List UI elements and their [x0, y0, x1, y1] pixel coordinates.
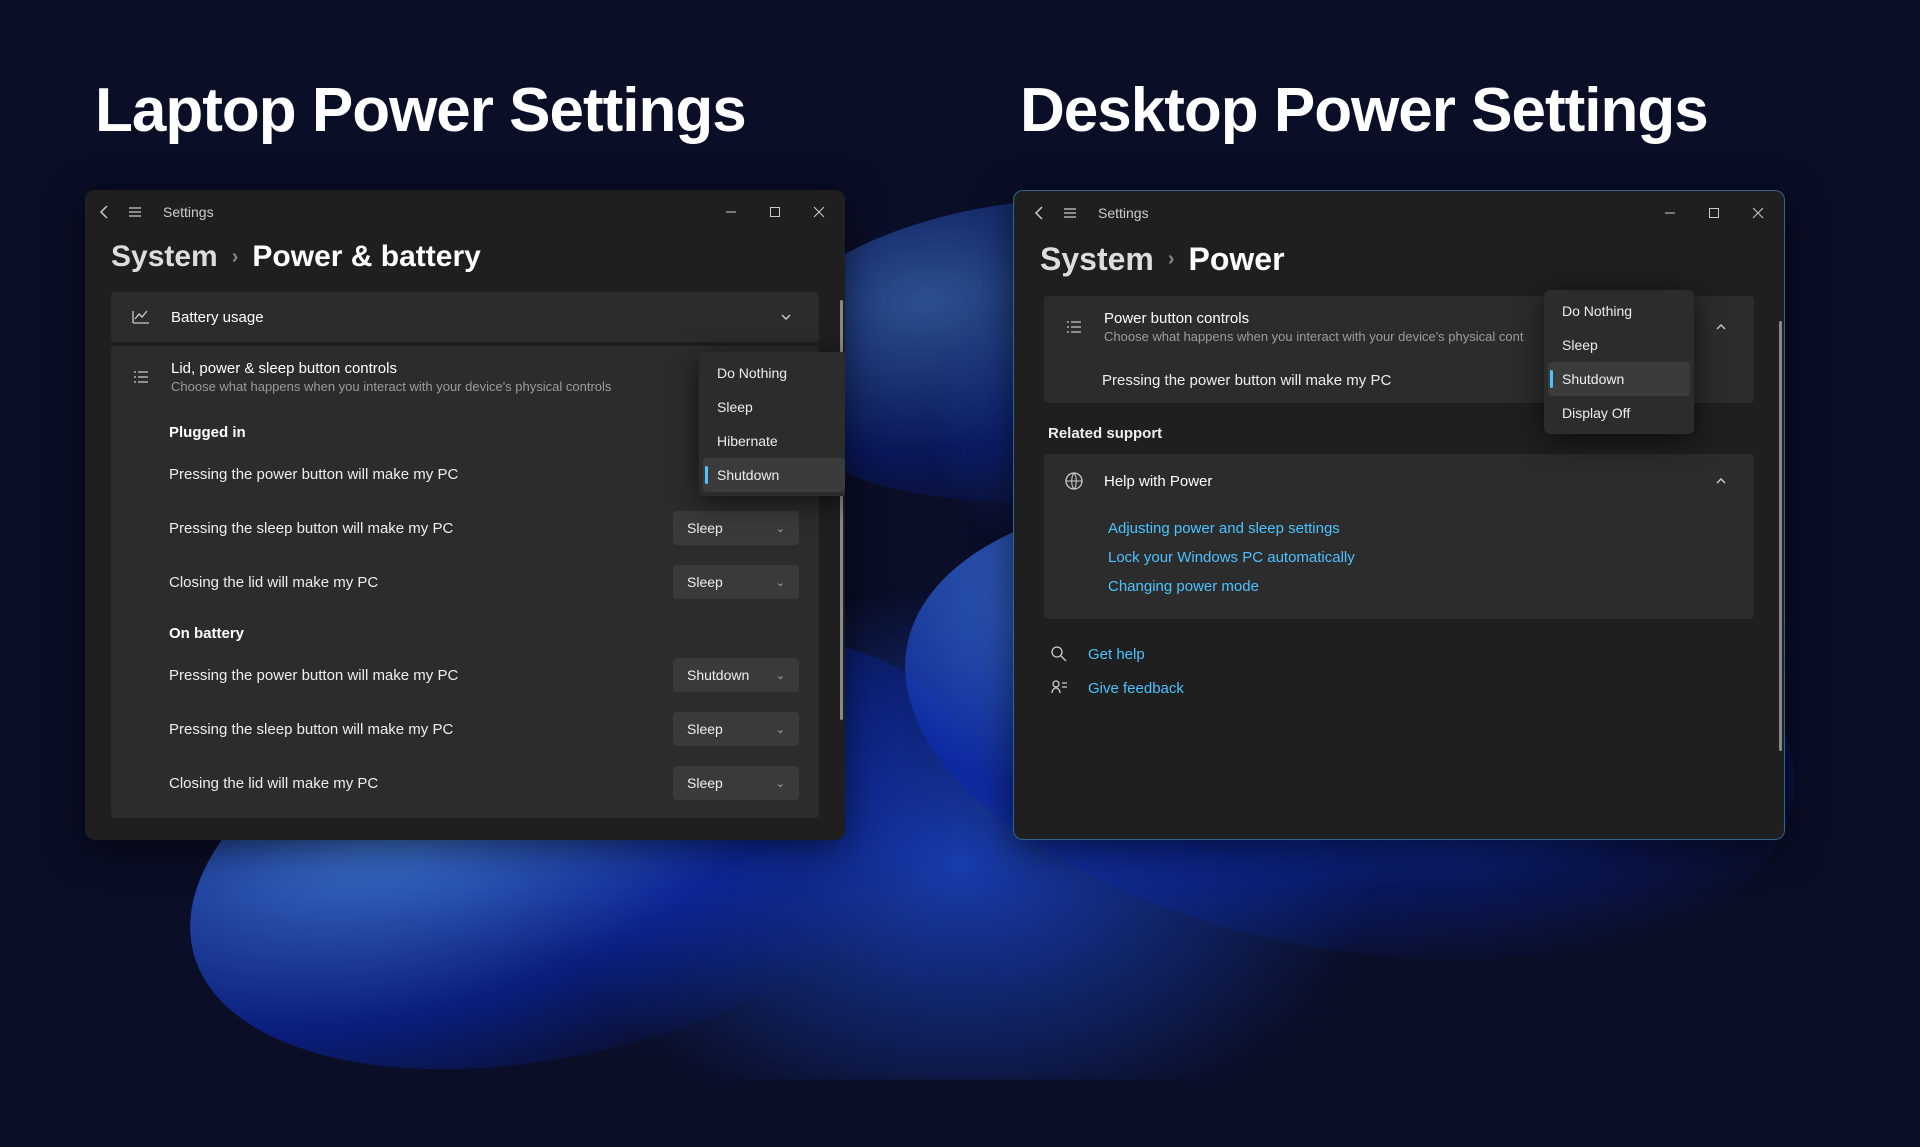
option-row: Pressing the sleep button will make my P…	[111, 702, 819, 756]
minimize-button[interactable]	[1648, 195, 1692, 231]
breadcrumb-page: Power & battery	[252, 240, 480, 274]
chevron-down-icon: ⌄	[776, 723, 785, 736]
breadcrumb: System › Power & battery	[85, 234, 845, 292]
app-title: Settings	[1098, 205, 1149, 221]
option-label: Pressing the power button will make my P…	[1102, 372, 1391, 389]
feedback-icon	[1050, 679, 1070, 697]
option-label: Closing the lid will make my PC	[169, 775, 378, 792]
dropdown-item[interactable]: Hibernate	[703, 424, 845, 458]
chevron-right-icon: ›	[1168, 248, 1175, 271]
option-select[interactable]: Sleep ⌄	[673, 712, 799, 746]
option-value: Sleep	[687, 574, 723, 590]
option-label: Closing the lid will make my PC	[169, 574, 378, 591]
help-header-row[interactable]: Help with Power	[1044, 454, 1754, 508]
dropdown-menu: Do Nothing Sleep Hibernate Shutdown	[699, 352, 845, 496]
breadcrumb-root[interactable]: System	[111, 240, 218, 274]
back-icon[interactable]	[97, 204, 113, 220]
option-value: Shutdown	[687, 667, 749, 683]
heading-laptop: Laptop Power Settings	[95, 75, 746, 146]
option-value: Sleep	[687, 721, 723, 737]
dropdown-item[interactable]: Sleep	[703, 390, 845, 424]
option-select[interactable]: Sleep ⌄	[673, 766, 799, 800]
dropdown-menu: Do Nothing Sleep Shutdown Display Off	[1544, 290, 1694, 434]
option-row: Closing the lid will make my PC Sleep ⌄	[111, 555, 819, 609]
help-with-power-card: Help with Power Adjusting power and slee…	[1044, 454, 1754, 619]
maximize-button[interactable]	[753, 194, 797, 230]
option-label: Pressing the power button will make my P…	[169, 667, 458, 684]
get-help-link[interactable]: Get help	[1088, 646, 1145, 663]
option-label: Pressing the sleep button will make my P…	[169, 520, 453, 537]
give-feedback-row: Give feedback	[1044, 671, 1754, 705]
related-support-label: Related support	[111, 822, 819, 840]
controls-title: Lid, power & sleep button controls	[171, 360, 755, 377]
breadcrumb-page: Power	[1189, 241, 1285, 278]
battery-usage-card[interactable]: Battery usage	[111, 292, 819, 342]
lid-power-controls-card: Lid, power & sleep button controls Choos…	[111, 346, 819, 818]
app-title: Settings	[163, 204, 214, 220]
nav-icon[interactable]	[1062, 205, 1078, 221]
chevron-down-icon: ⌄	[776, 576, 785, 589]
settings-window-desktop: Settings System › Power Power button con…	[1013, 190, 1785, 840]
chevron-down-icon	[773, 304, 799, 330]
maximize-button[interactable]	[1692, 195, 1736, 231]
heading-desktop: Desktop Power Settings	[1020, 75, 1708, 146]
help-icon	[1050, 645, 1070, 663]
help-link[interactable]: Adjusting power and sleep settings	[1108, 514, 1734, 543]
dropdown-item-selected[interactable]: Shutdown	[1548, 362, 1690, 396]
scrollbar-thumb[interactable]	[1779, 321, 1782, 751]
option-value: Sleep	[687, 520, 723, 536]
option-label: Pressing the sleep button will make my P…	[169, 721, 453, 738]
controls-subtitle: Choose what happens when you interact wi…	[171, 379, 755, 394]
dropdown-item[interactable]: Display Off	[1548, 396, 1690, 430]
minimize-button[interactable]	[709, 194, 753, 230]
chevron-up-icon	[1708, 314, 1734, 340]
titlebar: Settings	[1014, 191, 1784, 235]
chevron-down-icon: ⌄	[776, 522, 785, 535]
help-link[interactable]: Lock your Windows PC automatically	[1108, 543, 1734, 572]
chevron-down-icon: ⌄	[776, 669, 785, 682]
settings-window-laptop: Settings System › Power & battery Batter…	[85, 190, 845, 840]
option-select[interactable]: Shutdown ⌄	[673, 658, 799, 692]
option-row: Pressing the power button will make my P…	[111, 648, 819, 702]
help-link[interactable]: Changing power mode	[1108, 572, 1734, 601]
dropdown-item[interactable]: Do Nothing	[703, 356, 845, 390]
chart-icon	[131, 307, 153, 327]
breadcrumb: System › Power	[1014, 235, 1784, 296]
give-feedback-link[interactable]: Give feedback	[1088, 680, 1184, 697]
option-row: Pressing the sleep button will make my P…	[111, 501, 819, 555]
option-label: Pressing the power button will make my P…	[169, 466, 458, 483]
option-row: Closing the lid will make my PC Sleep ⌄	[111, 756, 819, 818]
dropdown-item[interactable]: Do Nothing	[1548, 294, 1690, 328]
chevron-right-icon: ›	[232, 246, 239, 269]
titlebar: Settings	[85, 190, 845, 234]
dropdown-item[interactable]: Sleep	[1548, 328, 1690, 362]
get-help-row: Get help	[1044, 637, 1754, 671]
close-button[interactable]	[797, 194, 841, 230]
back-icon[interactable]	[1032, 205, 1048, 221]
dropdown-item-selected[interactable]: Shutdown	[703, 458, 845, 492]
option-value: Sleep	[687, 775, 723, 791]
help-title: Help with Power	[1104, 473, 1690, 490]
option-select[interactable]: Sleep ⌄	[673, 511, 799, 545]
chevron-up-icon	[1708, 468, 1734, 494]
close-button[interactable]	[1736, 195, 1780, 231]
breadcrumb-root[interactable]: System	[1040, 241, 1154, 278]
list-icon	[131, 367, 153, 387]
battery-usage-label: Battery usage	[171, 309, 755, 326]
nav-icon[interactable]	[127, 204, 143, 220]
on-battery-header: On battery	[111, 609, 819, 648]
chevron-down-icon: ⌄	[776, 777, 785, 790]
option-select[interactable]: Sleep ⌄	[673, 565, 799, 599]
globe-icon	[1064, 471, 1086, 491]
list-icon	[1064, 317, 1086, 337]
